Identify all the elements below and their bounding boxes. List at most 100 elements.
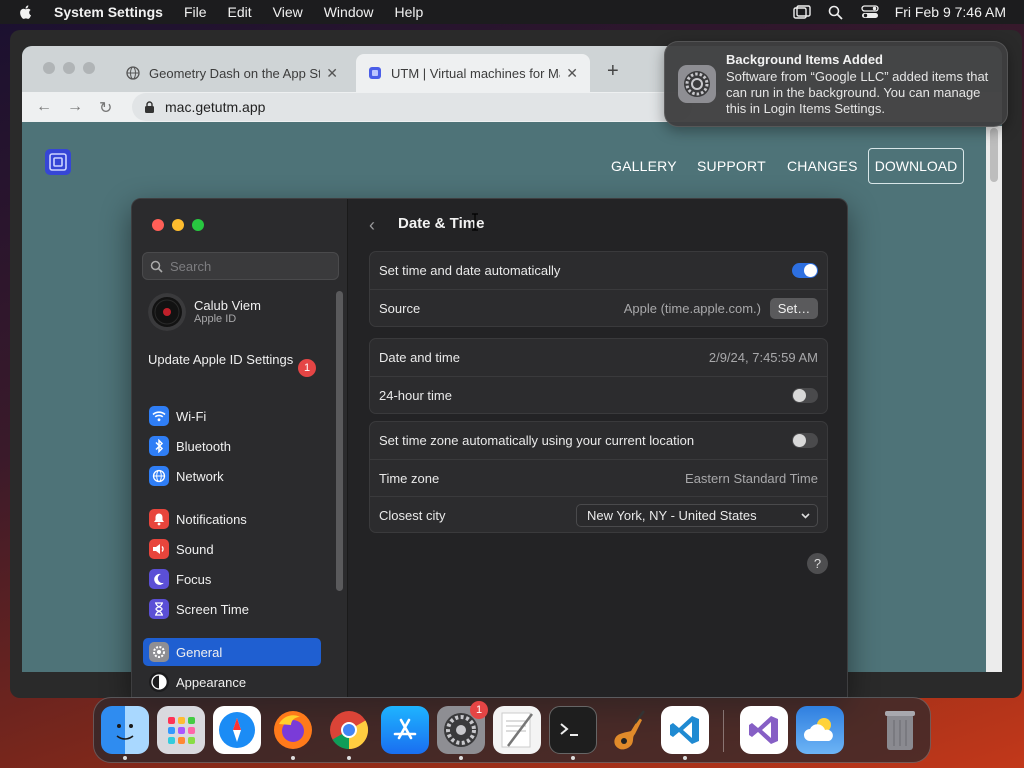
speaker-icon — [149, 539, 169, 559]
dock-terminal-icon[interactable] — [549, 706, 597, 754]
menubar-clock[interactable]: Fri Feb 9 7:46 AM — [895, 4, 1006, 20]
window-zoom-button[interactable] — [192, 219, 204, 231]
menu-window[interactable]: Window — [324, 4, 374, 20]
search-icon — [150, 260, 163, 273]
help-button[interactable]: ? — [807, 553, 828, 574]
dock-running-dot — [683, 756, 687, 760]
menu-edit[interactable]: Edit — [228, 4, 252, 20]
apple-logo-icon[interactable] — [18, 4, 34, 20]
browser-tab-geometry-dash[interactable]: Geometry Dash on the App Sto ✕ — [114, 54, 350, 92]
notification-title: Background Items Added — [726, 52, 883, 67]
menu-help[interactable]: Help — [395, 4, 424, 20]
toggle-knob — [793, 434, 806, 447]
menu-view[interactable]: View — [273, 4, 303, 20]
closest-city-row: Closest city New York, NY - United State… — [370, 496, 827, 533]
auto-time-row: Set time and date automatically — [370, 252, 827, 289]
spotlight-search-icon[interactable] — [827, 4, 845, 20]
hourglass-icon — [149, 599, 169, 619]
menu-app-name[interactable]: System Settings — [54, 4, 163, 20]
time-zone-value: Eastern Standard Time — [685, 470, 818, 486]
tab-title: UTM | Virtual machines for Mac — [391, 65, 561, 81]
dock-launchpad-icon[interactable] — [157, 706, 205, 754]
source-row: Source Apple (time.apple.com.) Set… — [370, 289, 827, 326]
appearance-icon — [149, 672, 169, 692]
dock-chrome-icon[interactable] — [325, 706, 373, 754]
sidebar-item-label: Network — [176, 468, 224, 484]
back-chevron-icon[interactable]: ‹ — [369, 215, 375, 236]
dock-trash-icon[interactable] — [876, 706, 924, 754]
sidebar-item-bluetooth[interactable]: Bluetooth — [143, 432, 321, 460]
wifi-icon — [149, 406, 169, 426]
auto-time-toggle[interactable] — [792, 263, 818, 278]
sidebar-item-label: Screen Time — [176, 601, 249, 617]
globe-icon — [149, 466, 169, 486]
dock-safari-icon[interactable] — [213, 706, 261, 754]
system-settings-gear-icon — [678, 65, 716, 103]
browser-zoom-button[interactable] — [83, 62, 95, 74]
sidebar-item-label: Bluetooth — [176, 438, 231, 454]
dock-textedit-icon[interactable] — [493, 706, 541, 754]
sidebar-item-network[interactable]: Network — [143, 462, 321, 490]
dock-running-dot — [459, 756, 463, 760]
browser-scrollbar-thumb[interactable] — [990, 128, 998, 182]
sidebar-item-notifications[interactable]: Notifications — [143, 505, 321, 533]
utm-favicon-icon — [369, 67, 381, 79]
sidebar-item-general[interactable]: General — [143, 638, 321, 666]
sidebar-scrollbar[interactable] — [336, 291, 343, 591]
date-time-row: Date and time 2/9/24, 7:45:59 AM — [370, 339, 827, 376]
menu-file[interactable]: File — [184, 4, 207, 20]
search-input[interactable] — [170, 258, 330, 274]
stage-manager-icon[interactable] — [793, 4, 811, 20]
browser-tab-utm[interactable]: UTM | Virtual machines for Mac ✕ — [356, 54, 590, 92]
source-label: Source — [379, 300, 421, 316]
dock-finder-icon[interactable] — [101, 706, 149, 754]
dock-vscode-icon[interactable] — [661, 706, 709, 754]
window-close-button[interactable] — [152, 219, 164, 231]
lock-icon — [145, 101, 154, 113]
address-bar[interactable]: mac.getutm.app — [132, 93, 692, 121]
auto-timezone-toggle[interactable] — [792, 433, 818, 448]
new-tab-icon[interactable]: + — [607, 60, 619, 83]
auto-time-group: Set time and date automatically Source A… — [369, 251, 828, 327]
dock-app-store-icon[interactable] — [381, 706, 429, 754]
back-arrow-icon[interactable]: ← — [36, 98, 52, 116]
sidebar-search[interactable] — [142, 252, 339, 280]
time-zone-label: Time zone — [379, 470, 440, 486]
dock-visual-studio-icon[interactable] — [740, 706, 788, 754]
site-nav-changes[interactable]: CHANGES — [787, 158, 858, 174]
avatar — [148, 293, 186, 331]
dock-weather-icon[interactable] — [796, 706, 844, 754]
sidebar-item-label: Appearance — [176, 674, 247, 690]
tab-close-icon[interactable]: ✕ — [326, 65, 338, 82]
forward-arrow-icon[interactable]: → — [67, 98, 83, 116]
sidebar-item-sound[interactable]: Sound — [143, 535, 321, 563]
sidebar-item-screen-time[interactable]: Screen Time — [143, 595, 321, 623]
background-items-notification[interactable]: Background Items Added Software from “Go… — [664, 41, 1008, 127]
site-nav-gallery[interactable]: GALLERY — [611, 158, 677, 174]
browser-minimize-button[interactable] — [63, 62, 75, 74]
sidebar-item-label: General — [176, 644, 223, 660]
utm-logo-icon[interactable] — [44, 148, 72, 176]
reload-icon[interactable]: ↻ — [99, 98, 112, 118]
hour24-toggle[interactable] — [792, 387, 818, 403]
closest-city-select[interactable]: New York, NY - United States — [576, 503, 818, 527]
sidebar-item-appearance[interactable]: Appearance — [143, 668, 321, 696]
dock-running-dot — [571, 756, 575, 760]
set-source-button[interactable]: Set… — [770, 297, 818, 319]
browser-close-button[interactable] — [43, 62, 55, 74]
tab-close-icon[interactable]: ✕ — [566, 65, 578, 82]
dock-firefox-icon[interactable] — [269, 706, 317, 754]
control-center-icon[interactable] — [861, 4, 879, 20]
sidebar-item-wifi[interactable]: Wi-Fi — [143, 402, 321, 430]
download-button[interactable]: DOWNLOAD — [868, 148, 964, 184]
date-time-value: 2/9/24, 7:45:59 AM — [708, 350, 818, 365]
hour24-label: 24-hour time — [379, 387, 452, 403]
sidebar-item-focus[interactable]: Focus — [143, 565, 321, 593]
browser-scrollbar-track[interactable] — [986, 126, 1002, 672]
window-minimize-button[interactable] — [172, 219, 184, 231]
date-time-group: Date and time 2/9/24, 7:45:59 AM 24-hour… — [369, 338, 828, 414]
apple-id-row[interactable]: Calub Viem Apple ID — [148, 293, 338, 331]
source-value: Apple (time.apple.com.) — [623, 300, 761, 316]
dock-garageband-icon[interactable] — [605, 706, 653, 754]
site-nav-support[interactable]: SUPPORT — [697, 158, 766, 174]
